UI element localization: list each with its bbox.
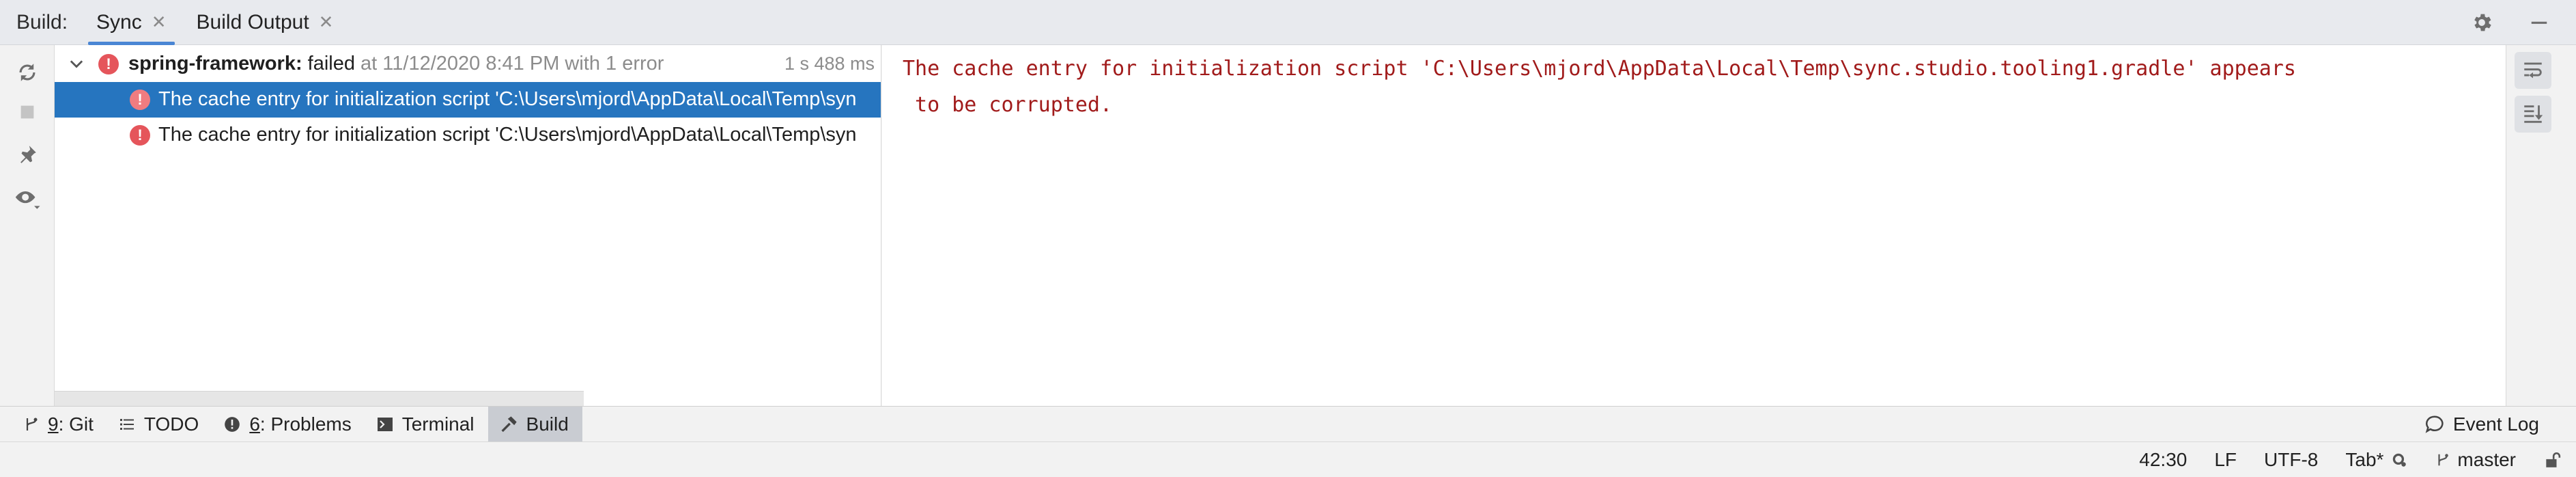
tab-build-output[interactable]: Build Output ✕ — [182, 0, 349, 45]
console-line: The cache entry for initialization scrip… — [903, 57, 2296, 81]
project-name: spring-framework: — [128, 53, 302, 74]
pin-icon[interactable] — [14, 141, 41, 168]
tool-window-problems-label: 6: Problems — [249, 413, 352, 435]
horizontal-scrollbar[interactable] — [55, 391, 584, 406]
tool-window-build-label: Build — [526, 413, 569, 435]
stop-icon — [14, 98, 41, 126]
sync-tree: ! spring-framework: failed at 11/12/2020… — [55, 45, 881, 406]
soft-wrap-icon[interactable] — [2515, 52, 2551, 89]
gear-icon[interactable] — [2468, 9, 2495, 36]
event-log-label: Event Log — [2452, 413, 2539, 435]
line-separator[interactable]: LF — [2214, 449, 2237, 471]
tool-window-todo[interactable]: TODO — [107, 407, 212, 442]
console-line: to be corrupted. — [903, 93, 1113, 117]
tree-error-row[interactable]: ! The cache entry for initialization scr… — [55, 82, 881, 118]
event-log-icon — [2425, 415, 2444, 433]
tab-sync-label: Sync — [96, 10, 142, 33]
git-icon — [26, 418, 38, 431]
tree-error-message: The cache entry for initialization scrip… — [158, 88, 857, 110]
build-label: Build: — [16, 10, 68, 33]
lock-icon[interactable] — [2543, 450, 2561, 469]
tool-window-todo-label: TODO — [143, 413, 199, 435]
build-tool-window-header: Build: Sync ✕ Build Output ✕ — [0, 0, 2576, 45]
build-duration: 1 s 488 ms — [784, 53, 875, 74]
tool-window-problems[interactable]: 6: Problems — [212, 407, 365, 442]
caret-position[interactable]: 42:30 — [2139, 449, 2187, 471]
terminal-icon — [377, 417, 393, 431]
build-status: failed — [302, 53, 355, 74]
right-toolbar — [2506, 45, 2576, 406]
tree-root-title: spring-framework: failed at 11/12/2020 8… — [128, 53, 664, 75]
console-output[interactable]: The cache entry for initialization scrip… — [882, 45, 2506, 406]
branch-icon — [2438, 453, 2449, 465]
error-icon: ! — [130, 125, 150, 146]
tool-window-terminal[interactable]: Terminal — [365, 407, 488, 442]
tool-window-build[interactable]: Build — [487, 406, 582, 442]
tab-sync[interactable]: Sync ✕ — [81, 0, 182, 45]
sync-icon[interactable] — [14, 59, 41, 86]
status-bar: 42:30 LF UTF-8 Tab* master — [0, 441, 2576, 477]
problems-icon — [225, 416, 240, 432]
todo-icon — [119, 418, 134, 430]
gear-icon — [2393, 453, 2407, 467]
tree-error-message: The cache entry for initialization scrip… — [158, 124, 857, 146]
tool-window-git[interactable]: 9: Git — [12, 407, 107, 442]
scroll-to-end-icon[interactable] — [2515, 96, 2551, 133]
build-meta: at 11/12/2020 8:41 PM with 1 error — [355, 53, 664, 74]
build-hammer-icon — [501, 415, 517, 432]
git-branch[interactable]: master — [2435, 449, 2516, 471]
tree-error-row[interactable]: ! The cache entry for initialization scr… — [55, 118, 881, 153]
event-log-button[interactable]: Event Log — [2424, 407, 2539, 442]
tab-build-output-close-icon[interactable]: ✕ — [319, 12, 334, 33]
chevron-down-icon[interactable] — [67, 55, 86, 74]
eye-icon[interactable] — [14, 185, 41, 212]
tree-root-row[interactable]: ! spring-framework: failed at 11/12/2020… — [55, 46, 881, 82]
tab-sync-close-icon[interactable]: ✕ — [152, 12, 167, 33]
error-icon: ! — [98, 54, 119, 74]
indent-label: Tab* — [2345, 448, 2384, 470]
branch-name: master — [2457, 448, 2516, 470]
error-icon: ! — [130, 90, 150, 110]
tool-window-git-label: 9: Git — [48, 413, 94, 435]
tool-window-terminal-label: Terminal — [401, 413, 475, 435]
left-toolbar — [0, 45, 55, 406]
indent-settings[interactable]: Tab* — [2345, 449, 2408, 471]
tab-build-output-label: Build Output — [196, 10, 309, 33]
file-encoding[interactable]: UTF-8 — [2264, 449, 2318, 471]
minimize-icon[interactable] — [2525, 9, 2553, 36]
tool-window-bar: 9: Git TODO 6: Problems Terminal Build E… — [0, 406, 2576, 442]
